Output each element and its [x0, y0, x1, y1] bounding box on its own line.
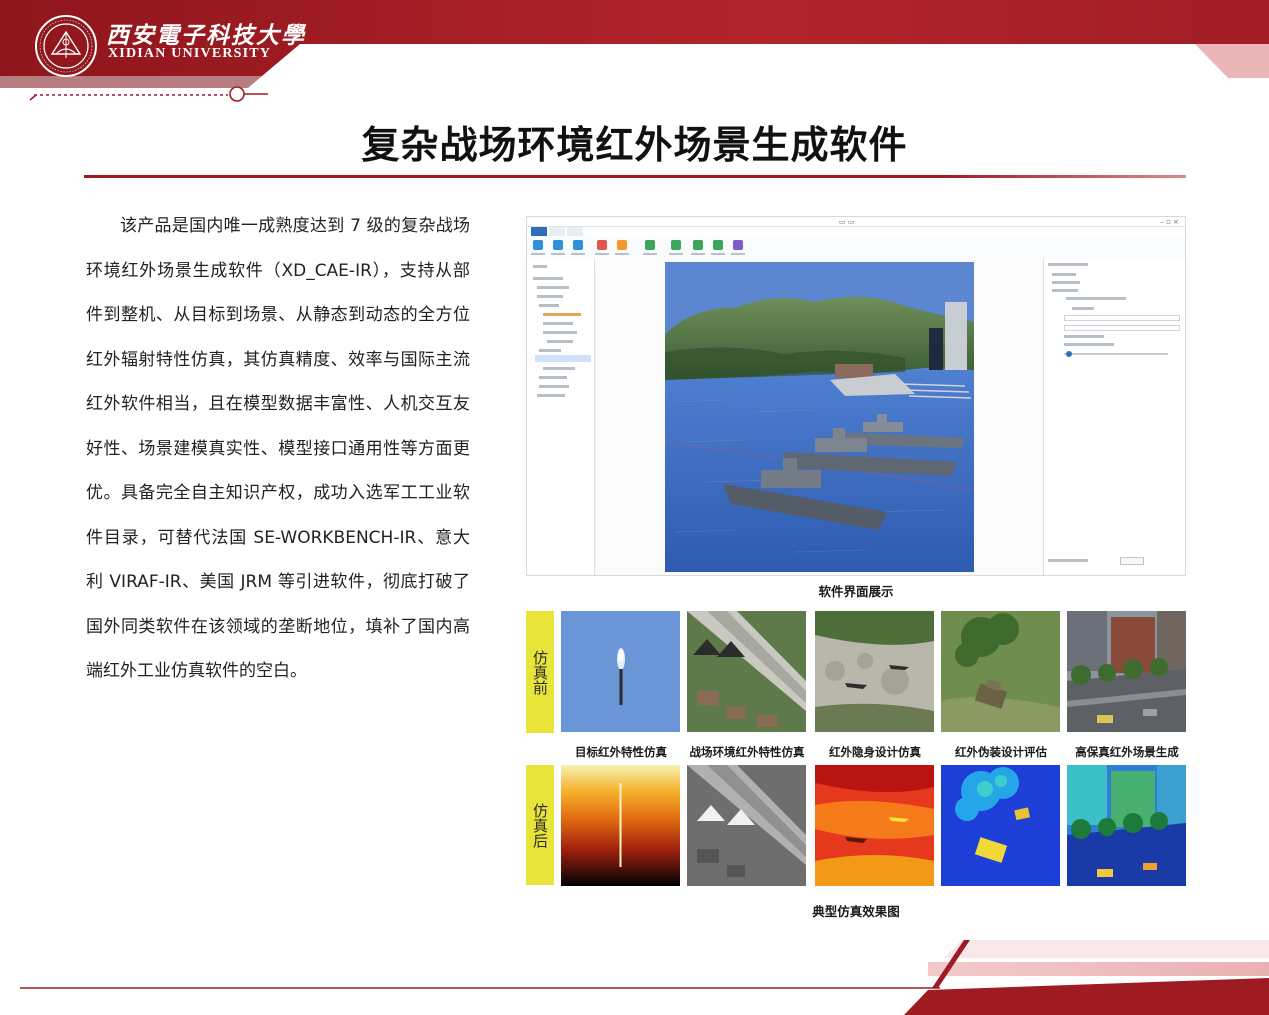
page-title: 复杂战场环境红外场景生成软件: [361, 123, 908, 167]
after-simulation-label: 仿真后: [526, 765, 554, 885]
window-title-placeholder: ▭ ▭: [839, 218, 855, 226]
properties-panel: [1043, 259, 1185, 575]
effect-caption-target: 目标红外特性仿真: [575, 745, 667, 759]
effect-caption-battlefield: 战场环境红外特性仿真: [689, 745, 805, 759]
effect-caption-hifi-scene: 高保真红外场景生成: [1075, 745, 1179, 759]
effect-caption-stealth: 红外隐身设计仿真: [829, 745, 921, 759]
before-simulation-label: 仿真前: [526, 611, 554, 733]
before-target-tile: [561, 611, 680, 732]
3d-scene-viewport: [665, 262, 974, 572]
university-name-en: XIDIAN UNIVERSITY: [108, 46, 272, 61]
title-divider: [84, 175, 1186, 178]
after-target-tile: [561, 765, 680, 886]
project-tree-panel: [527, 259, 595, 575]
effects-caption: 典型仿真效果图: [812, 904, 900, 919]
before-stealth-tile: [815, 611, 934, 732]
footer-band: [20, 940, 1269, 1015]
after-hifi-scene-tile: [1067, 765, 1186, 886]
university-seal: [34, 14, 98, 78]
window-controls-icon: – ▫ ×: [1160, 218, 1179, 226]
before-hifi-scene-tile: [1067, 611, 1186, 732]
product-description: 该产品是国内唯一成熟度达到 7 级的复杂战场环境红外场景生成软件（XD_CAE-…: [86, 216, 470, 681]
university-name-cn: 西安電子科技大學: [106, 22, 306, 49]
before-battlefield-tile: [687, 611, 806, 732]
after-stealth-tile: [815, 765, 934, 886]
after-camouflage-tile: [941, 765, 1060, 886]
after-battlefield-tile: [687, 765, 806, 886]
effect-caption-camouflage: 红外伪装设计评估: [955, 745, 1047, 759]
software-interface-screenshot: ▭ ▭ – ▫ ×: [526, 216, 1186, 576]
screenshot-caption: 软件界面展示: [818, 584, 894, 599]
before-camouflage-tile: [941, 611, 1060, 732]
